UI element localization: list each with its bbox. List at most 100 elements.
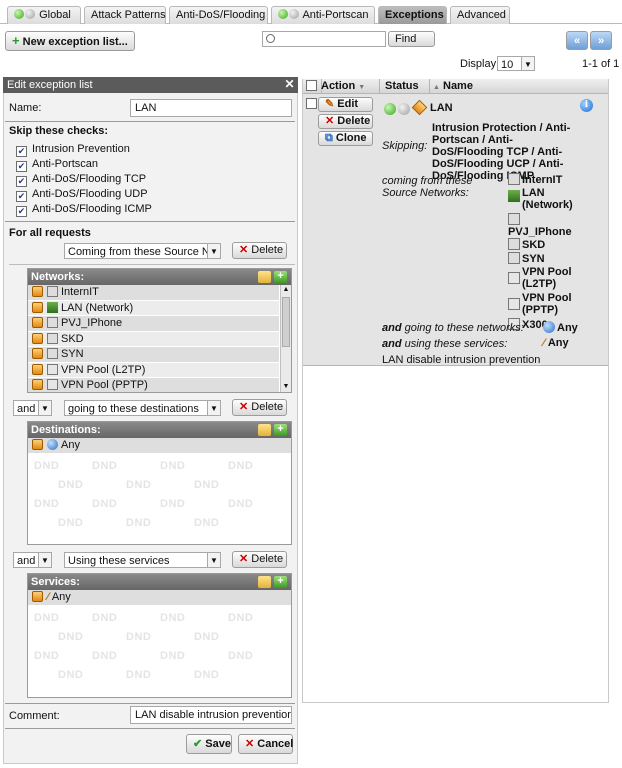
source-item: InternIT (508, 173, 580, 187)
info-icon[interactable]: i (580, 99, 593, 112)
dnd-watermark: DND (194, 669, 220, 681)
add-icon[interactable]: + (274, 576, 287, 588)
and-select-1[interactable]: and ▼ (13, 400, 52, 416)
svc-label: and using these services: (382, 338, 508, 350)
list-item[interactable]: InternIT (28, 285, 279, 301)
dnd-watermark: DND (160, 612, 186, 624)
search-input[interactable] (262, 31, 386, 47)
list-item[interactable]: VPN Pool (PPTP) (28, 378, 279, 392)
list-item[interactable]: LAN (Network) (28, 300, 279, 316)
folder-icon[interactable] (258, 271, 271, 283)
dnd-watermark: DND (228, 498, 254, 510)
new-exception-list-button[interactable]: + New exception list... (5, 31, 135, 51)
edit-button[interactable]: ✎ Edit (318, 97, 373, 112)
check-anti-dos-udp[interactable]: ✔ Anti-DoS/Flooding UDP (16, 187, 152, 202)
dnd-watermark: DND (126, 669, 152, 681)
col-sep (379, 79, 380, 94)
tab-global[interactable]: Global (7, 6, 81, 24)
close-icon[interactable]: ✕ (283, 78, 296, 91)
plus-icon: + (12, 33, 20, 48)
col-name[interactable]: ▲ Name (433, 79, 473, 95)
folder-icon[interactable] (258, 424, 271, 436)
check-anti-dos-icmp[interactable]: ✔ Anti-DoS/Flooding ICMP (16, 202, 152, 217)
dnd-watermark: DND (194, 517, 220, 529)
networks-scrollbar[interactable]: ▲ ▼ (280, 285, 291, 392)
comment-label: Comment: (9, 710, 60, 722)
scroll-up-icon[interactable]: ▲ (281, 285, 291, 295)
source-networks-label: coming from these Source Networks: (382, 175, 473, 199)
list-item[interactable]: PVJ_IPhone (28, 316, 279, 332)
folder-icon[interactable] (258, 576, 271, 588)
scroll-down-icon[interactable]: ▼ (281, 382, 291, 392)
row-name: LAN (430, 102, 453, 114)
check-anti-dos-tcp[interactable]: ✔ Anti-DoS/Flooding TCP (16, 172, 152, 187)
select-all-checkbox[interactable] (306, 80, 317, 91)
dnd-watermark: DND (34, 612, 60, 624)
dnd-watermark: DND (58, 517, 84, 529)
and-select-2[interactable]: and ▼ (13, 552, 52, 568)
tab-anti-portscan[interactable]: Anti-Portscan (271, 6, 375, 24)
edit-panel-header: Edit exception list ✕ (3, 77, 298, 93)
service-icon: ⁄ (543, 337, 545, 349)
tab-anti-dos[interactable]: Anti-DoS/Flooding (169, 6, 268, 24)
delete-x-icon: ✕ (239, 244, 249, 256)
list-item[interactable]: SYN (28, 347, 279, 363)
comment-field[interactable]: LAN disable intrusion prevention (130, 706, 292, 724)
remove-icon (32, 286, 43, 297)
dest-value: Any (543, 321, 578, 334)
grid-header: Action ▼ Status ▲ Name (303, 79, 608, 94)
remove-icon (32, 348, 43, 359)
cancel-x-icon: ✕ (245, 738, 255, 750)
col-action[interactable]: Action ▼ (321, 79, 365, 95)
delete-condition-3-button[interactable]: ✕ Delete (232, 551, 287, 568)
networks-header: Networks: + (28, 269, 291, 285)
source-networks-list: InternIT LAN (Network) PVJ_IPhone SKD SY… (508, 173, 580, 332)
delete-condition-2-button[interactable]: ✕ Delete (232, 399, 287, 416)
status-green-icon (14, 9, 24, 19)
list-item[interactable]: Any (28, 438, 291, 454)
col-sep (429, 79, 430, 94)
service-condition-select[interactable]: Using these services ▼ (64, 552, 221, 568)
dnd-watermark: DND (34, 460, 60, 472)
checkbox-icon: ✔ (16, 146, 27, 157)
dnd-watermark: DND (194, 479, 220, 491)
checkbox-icon: ✔ (16, 191, 27, 202)
row-checkbox[interactable] (306, 98, 317, 109)
source-item: SKD (508, 238, 580, 252)
scroll-thumb[interactable] (282, 297, 290, 347)
destination-condition-select[interactable]: going to these destinations ▼ (64, 400, 221, 416)
divider (5, 121, 295, 122)
name-field[interactable]: LAN (130, 99, 292, 117)
display-select[interactable]: 10 ▼ (497, 56, 535, 71)
add-icon[interactable]: + (274, 271, 287, 283)
tab-attack-patterns[interactable]: Attack Patterns (84, 6, 166, 24)
list-item[interactable]: VPN Pool (L2TP) (28, 362, 279, 378)
tab-exceptions[interactable]: Exceptions (378, 6, 447, 24)
dnd-watermark: DND (58, 631, 84, 643)
find-button[interactable]: Find (388, 31, 435, 47)
row-comment: LAN disable intrusion prevention (382, 354, 541, 366)
col-status[interactable]: Status (385, 79, 419, 93)
delete-button[interactable]: ✕ Delete (318, 114, 373, 129)
globe-icon (47, 439, 58, 450)
checkbox-icon: ✔ (16, 176, 27, 187)
vpn-icon (508, 272, 520, 284)
next-page-button[interactable]: » (590, 31, 612, 50)
source-condition-select[interactable]: Coming from these Source Netw ▼ (64, 243, 221, 259)
dnd-watermark: DND (34, 650, 60, 662)
list-item[interactable]: ⁄ Any (28, 590, 291, 606)
cancel-button[interactable]: ✕ Cancel (238, 734, 293, 754)
check-intrusion-prevention[interactable]: ✔ Intrusion Prevention (16, 142, 152, 157)
previous-page-button[interactable]: « (566, 31, 588, 50)
check-anti-portscan[interactable]: ✔ Anti-Portscan (16, 157, 152, 172)
display-label: Display: (460, 58, 500, 70)
host-icon (47, 348, 58, 359)
save-button[interactable]: ✔ Save (186, 734, 232, 754)
delete-condition-1-button[interactable]: ✕ Delete (232, 242, 287, 259)
add-icon[interactable]: + (274, 424, 287, 436)
list-item[interactable]: SKD (28, 331, 279, 347)
destinations-list: Destinations: + Any DND DND DND DND DND … (27, 421, 292, 545)
checks-list: ✔ Intrusion Prevention ✔ Anti-Portscan ✔ An… (16, 142, 152, 217)
clone-button[interactable]: ⧉ Clone (318, 131, 373, 146)
tab-advanced[interactable]: Advanced (450, 6, 510, 24)
